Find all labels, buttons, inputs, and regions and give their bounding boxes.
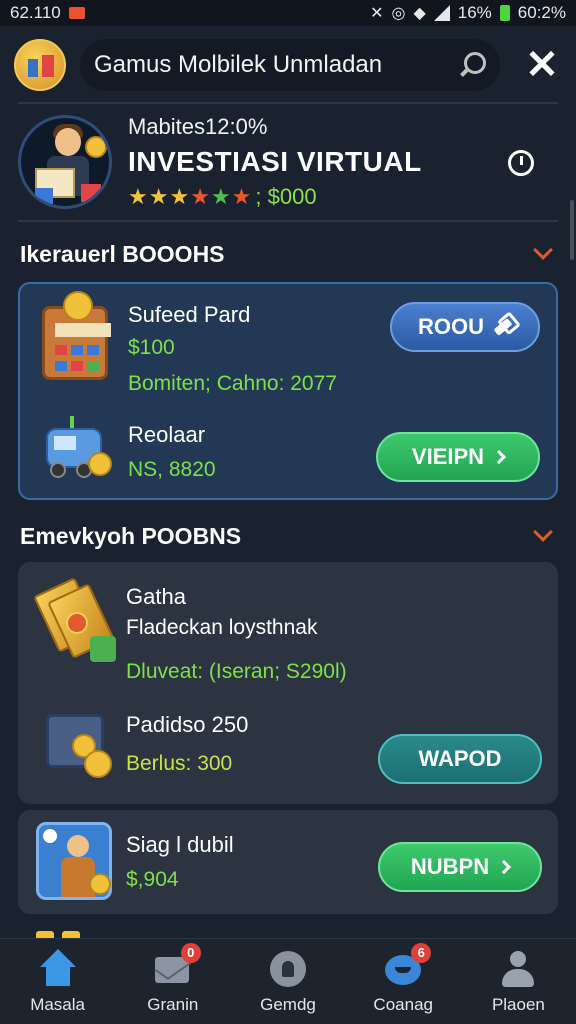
nav-label: Plaoen: [491, 994, 545, 1014]
app-title: Gamus Molbilek Unmladan: [94, 51, 383, 78]
item-value: Dluveat: (Iseran; S290l): [126, 660, 347, 683]
list-item: Reolaar NS, 8820 VIEIPN: [20, 404, 556, 504]
star-icon: ★: [210, 184, 231, 209]
chevron-right-icon: [497, 859, 512, 875]
wrench-icon: [493, 318, 513, 336]
section-title: Emevkyoh POOBNS: [20, 522, 242, 549]
card: Siag l dubil $,904 NUBPN: [18, 810, 558, 914]
app-bar: Gamus Molbilek Unmladan ✕: [0, 30, 576, 100]
user-icon: [498, 949, 538, 989]
profile-subtitle: Mabites12:0%: [128, 114, 268, 139]
shield-icon: [268, 949, 308, 989]
nav-item-coanag[interactable]: 6 Coanag: [346, 939, 461, 1024]
nav-label: Coanag: [373, 994, 433, 1014]
rating-value: ; $000: [255, 184, 317, 209]
profile-name: INVESTIASI VIRTUAL: [128, 146, 422, 177]
item-description: Fladeckan loysthnak: [126, 616, 318, 639]
item-value: $,904: [126, 868, 179, 891]
chevron-down-icon[interactable]: [533, 240, 553, 260]
chevron-down-icon[interactable]: [533, 522, 553, 542]
safe-icon: [38, 704, 118, 784]
signal-icon: [433, 5, 450, 21]
item-name: Sufeed Pard: [128, 302, 251, 327]
star-icon: ★: [148, 184, 169, 209]
home-icon: [38, 948, 78, 989]
nav-item-masala[interactable]: Masala: [0, 939, 115, 1024]
chevron-right-icon: [491, 449, 507, 465]
nubpn-button[interactable]: NUBPN: [378, 842, 542, 892]
item-value: $100: [128, 336, 175, 359]
star-rating: ★ ★ ★ ★ ★ ★: [128, 186, 251, 208]
featured-card: Sufeed Pard $100 Bomiten; Cahno: 2077 RO…: [18, 282, 558, 500]
button-label: VIEIPN: [411, 444, 485, 469]
nav-label: Gemdg: [260, 994, 316, 1014]
item-value: NS, 8820: [128, 458, 216, 481]
section-header[interactable]: Emevkyoh POOBNS: [20, 518, 556, 554]
list-item: Padidso 250 Berlus: 300 WAPOD: [18, 698, 558, 798]
item-name: Reolaar: [128, 422, 206, 447]
nav-label: Masala: [30, 994, 85, 1014]
section-title: Ikerauerl BOOOHS: [20, 240, 225, 267]
notification-badge: 6: [411, 942, 432, 963]
notification-badge: 0: [180, 942, 201, 963]
mail-icon: 0: [153, 942, 201, 989]
divider: [18, 220, 558, 222]
roou-button[interactable]: ROOU: [390, 302, 540, 352]
nav-item-gemdg[interactable]: Gemdg: [230, 939, 345, 1024]
item-value: Berlus: 300: [126, 752, 233, 775]
status-clock: 60:2%: [517, 3, 566, 22]
star-icon: ★: [169, 184, 190, 209]
card: Gatha Fladeckan loysthnak Dluveat: (Iser…: [18, 562, 558, 804]
nav-label: Granin: [147, 994, 199, 1014]
close-button[interactable]: ✕: [522, 43, 562, 87]
item-detail: Bomiten; Cahno: 2077: [128, 372, 337, 395]
truck-icon: [40, 408, 120, 488]
item-name: Gatha: [126, 584, 186, 609]
button-label: ROOU: [418, 314, 484, 339]
list-item: Gatha Fladeckan loysthnak Dluveat: (Iser…: [18, 570, 558, 683]
status-time: 62.110: [10, 3, 61, 22]
battery-percent: 16%: [457, 3, 492, 22]
nav-item-plaoen[interactable]: Plaoen: [461, 939, 576, 1024]
wifi-icon: ◆: [413, 5, 426, 22]
app-logo[interactable]: [14, 39, 66, 91]
bottom-nav: Masala 0 Granin Gemdg 6 Coanag Plaoen: [0, 938, 576, 1024]
star-icon: ★: [190, 184, 210, 209]
calculator-icon: [42, 291, 111, 380]
star-icon: ★: [231, 184, 252, 209]
item-name: Padidso 250: [126, 712, 249, 737]
list-item: Siag l dubil $,904 NUBPN: [18, 814, 558, 914]
avatar[interactable]: [18, 115, 112, 209]
alarm-icon: ◎: [391, 5, 406, 22]
mute-icon: ✕: [370, 5, 384, 22]
status-bar: 62.110 ✕ ◎ ◆ 16% 60:2%: [0, 0, 576, 26]
chat-icon: 6: [383, 942, 432, 989]
search-bar[interactable]: Gamus Molbilek Unmladan: [80, 39, 500, 91]
flag-icon: [68, 7, 85, 19]
gold-bars-icon: [33, 576, 118, 662]
section-header[interactable]: Ikerauerl BOOOHS: [20, 236, 556, 272]
wapod-button[interactable]: WAPOD: [378, 734, 542, 784]
nav-item-granin[interactable]: 0 Granin: [115, 939, 230, 1024]
view-button[interactable]: VIEIPN: [376, 432, 540, 482]
profile-header: Mabites12:0% INVESTIASI VIRTUAL ★ ★ ★ ★ ★ ★ ;…: [18, 112, 558, 212]
scrollbar[interactable]: [570, 200, 574, 260]
divider: [18, 102, 558, 104]
item-name: Siag l dubil: [126, 832, 234, 857]
battery-icon: [499, 5, 510, 21]
button-label: NUBPN: [410, 854, 490, 879]
star-icon: ★: [128, 184, 148, 209]
list-item: Sufeed Pard $100 Bomiten; Cahno: 2077 RO…: [20, 291, 556, 395]
timer-icon[interactable]: [508, 150, 534, 176]
investor-icon: [36, 822, 112, 900]
search-icon[interactable]: [456, 50, 486, 80]
button-label: WAPOD: [418, 746, 502, 771]
rating: ★ ★ ★ ★ ★ ★ ; $000: [128, 184, 422, 210]
